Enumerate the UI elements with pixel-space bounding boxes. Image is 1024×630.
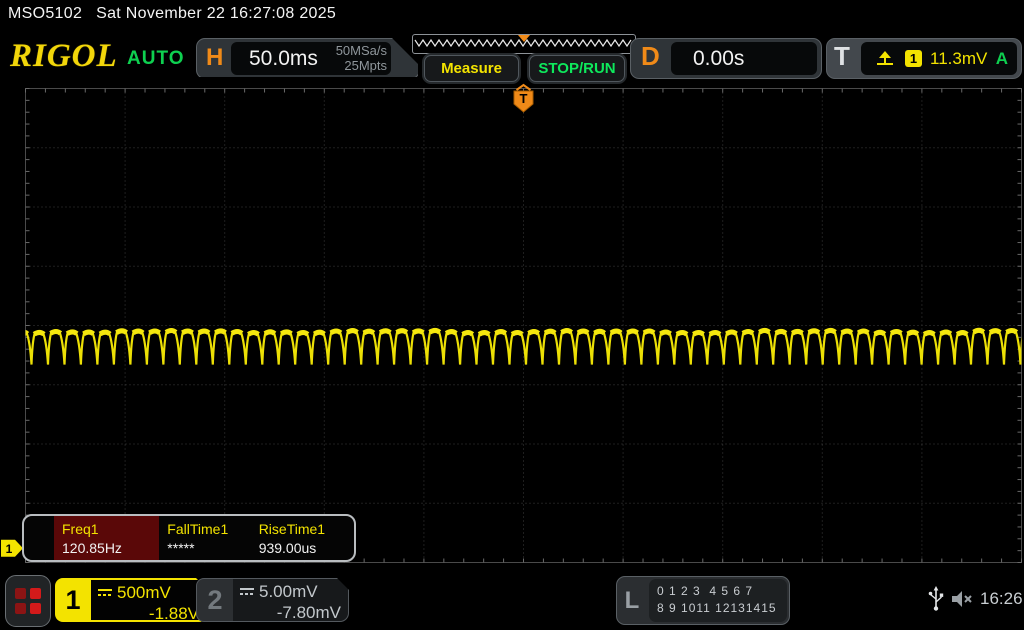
measurement-value: ***** <box>167 540 250 556</box>
measurement-falltime1[interactable]: FallTime1 ***** <box>159 516 250 560</box>
measurement-freq1[interactable]: Freq1 120.85Hz <box>54 516 159 560</box>
measurement-risetime1[interactable]: RiseTime1 939.00us <box>251 516 354 560</box>
graticule <box>26 89 1022 563</box>
svg-text:T: T <box>520 91 528 106</box>
measurement-label: RiseTime1 <box>259 521 354 537</box>
measurement-value: 939.00us <box>259 540 354 556</box>
measurement-label: Freq1 <box>62 521 159 537</box>
svg-text:1: 1 <box>6 542 13 556</box>
measurement-panel[interactable]: Freq1 120.85Hz FallTime1 ***** RiseTime1… <box>22 514 356 562</box>
channel1-ground-marker[interactable]: 1 <box>1 540 23 557</box>
measurement-label: FallTime1 <box>167 521 250 537</box>
measurement-value: 120.85Hz <box>62 540 159 556</box>
